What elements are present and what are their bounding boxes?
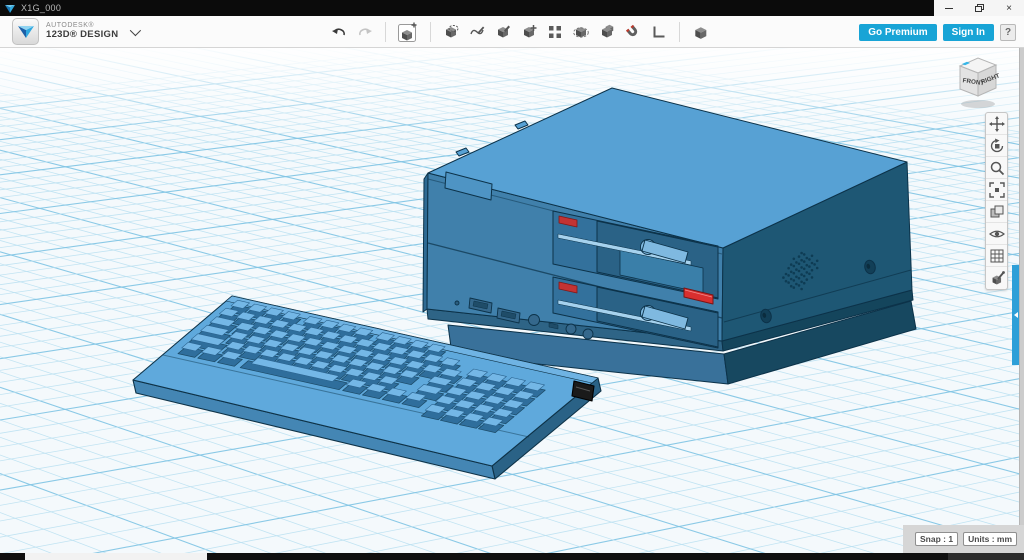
window-titlebar: X1G_000 × xyxy=(0,0,1024,16)
viewport[interactable]: FRONT RIGHT Snap : 1 Units : mm xyxy=(0,48,1024,553)
taskbar-active-app[interactable] xyxy=(25,553,207,560)
app-menu-button[interactable]: AUTODESK® 123D® DESIGN xyxy=(12,18,138,45)
3d-scene xyxy=(0,48,1024,553)
snap-setting[interactable]: Snap : 1 xyxy=(915,532,958,546)
brand-text: AUTODESK® 123D® DESIGN xyxy=(46,22,118,40)
undo-icon[interactable] xyxy=(330,23,348,41)
chevron-left-icon xyxy=(1014,312,1018,318)
chevron-down-icon[interactable] xyxy=(130,24,141,35)
display-mode-icon[interactable] xyxy=(986,201,1007,223)
transform-icon[interactable] xyxy=(442,23,460,41)
window-title: X1G_000 xyxy=(21,3,61,13)
pan-icon[interactable] xyxy=(986,113,1007,135)
sketch-icon[interactable] xyxy=(468,23,486,41)
minimize-button[interactable] xyxy=(934,0,964,16)
parts-panel-tab[interactable] xyxy=(1012,265,1019,365)
insert-primitive-icon[interactable] xyxy=(397,21,419,43)
combine-icon[interactable] xyxy=(598,23,616,41)
main-toolbar xyxy=(330,16,709,48)
material-paint-icon[interactable] xyxy=(986,267,1007,289)
fit-view-icon[interactable] xyxy=(986,179,1007,201)
app-logo-icon xyxy=(4,3,16,14)
modify-icon[interactable] xyxy=(520,23,538,41)
restore-icon xyxy=(975,4,984,12)
navigation-toolbar xyxy=(985,112,1008,290)
grouping-icon[interactable] xyxy=(572,23,590,41)
snap-icon[interactable] xyxy=(624,23,642,41)
measure-icon[interactable] xyxy=(650,23,668,41)
go-premium-button[interactable]: Go Premium xyxy=(859,24,936,41)
hide-show-icon[interactable] xyxy=(986,223,1007,245)
os-taskbar[interactable] xyxy=(0,553,1024,560)
units-setting[interactable]: Units : mm xyxy=(963,532,1017,546)
close-button[interactable]: × xyxy=(994,0,1024,16)
zoom-icon[interactable] xyxy=(986,157,1007,179)
help-button[interactable]: ? xyxy=(1000,24,1016,41)
construct-icon[interactable] xyxy=(494,23,512,41)
minimize-icon xyxy=(945,8,953,9)
maximize-button[interactable] xyxy=(964,0,994,16)
app-logo xyxy=(12,18,39,45)
pattern-icon[interactable] xyxy=(546,23,564,41)
taskbar-tray[interactable] xyxy=(948,553,1024,560)
sign-in-button[interactable]: Sign In xyxy=(943,24,994,41)
scroll-strip xyxy=(1019,48,1024,553)
status-bar: Snap : 1 Units : mm xyxy=(903,525,1024,553)
view-cube[interactable]: FRONT RIGHT xyxy=(948,52,1010,114)
redo-icon[interactable] xyxy=(356,23,374,41)
orbit-icon[interactable] xyxy=(986,135,1007,157)
material-icon[interactable] xyxy=(691,23,709,41)
menu-bar: AUTODESK® 123D® DESIGN Go Premium Sign I… xyxy=(0,16,1024,48)
grid-settings-icon[interactable] xyxy=(986,245,1007,267)
